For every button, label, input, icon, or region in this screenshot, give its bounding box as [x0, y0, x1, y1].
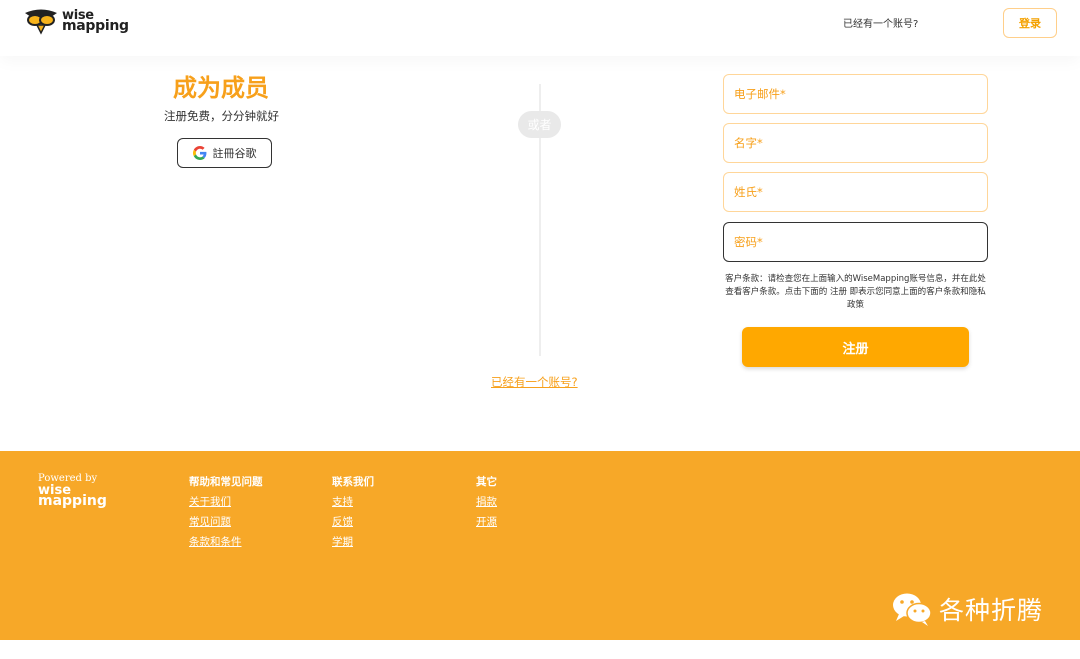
google-signup-label: 註冊谷歌	[212, 147, 257, 160]
wisemapping-logo[interactable]: wise mapping	[24, 7, 129, 35]
bottom-strip	[0, 640, 1080, 659]
password-field[interactable]	[723, 222, 988, 262]
top-header: wise mapping 已经有一个账号? 登录	[0, 0, 1080, 56]
bird-logo-icon	[25, 9, 57, 35]
first-name-field[interactable]	[723, 123, 988, 163]
wechat-watermark: 各种折腾	[891, 591, 1043, 627]
footer-column-other: 其它 捐款 开源	[476, 474, 497, 534]
logo-text-mapping: mapping	[62, 18, 129, 34]
have-account-link[interactable]: 已经有一个账号?	[491, 374, 578, 390]
page-subtitle: 注册免费，分分钟就好	[164, 109, 279, 123]
or-badge: 或者	[518, 111, 561, 138]
email-field[interactable]	[723, 74, 988, 114]
footer-link-terms[interactable]: 条款和条件	[189, 534, 263, 549]
footer-link-donate[interactable]: 捐款	[476, 494, 497, 509]
footer-logo-mapping: mapping	[38, 493, 107, 509]
wechat-icon	[893, 593, 932, 626]
footer-link-semester[interactable]: 学期	[332, 534, 374, 549]
login-button[interactable]: 登录	[1003, 8, 1057, 38]
register-button[interactable]: 注册	[742, 327, 969, 367]
footer-heading: 其它	[476, 476, 497, 488]
watermark-text: 各种折腾	[939, 596, 1044, 625]
footer-heading: 联系我们	[332, 476, 374, 488]
page-title: 成为成员	[173, 74, 269, 102]
footer: Powered by wise mapping 帮助和常见问题 关于我们 常见问…	[0, 451, 1080, 640]
google-icon	[192, 146, 206, 160]
footer-link-about[interactable]: 关于我们	[189, 494, 263, 509]
last-name-field[interactable]	[723, 172, 988, 212]
footer-link-opensource[interactable]: 开源	[476, 514, 497, 529]
footer-link-feedback[interactable]: 反馈	[332, 514, 374, 529]
footer-column-contact: 联系我们 支持 反馈 学期	[332, 474, 374, 554]
footer-logo[interactable]: wise mapping	[38, 484, 107, 509]
terms-text: 客户条款：请检查您在上面输入的WiseMapping账号信息，并在此处查看客户条…	[725, 274, 986, 310]
footer-link-support[interactable]: 支持	[332, 494, 374, 509]
footer-column-help: 帮助和常见问题 关于我们 常见问题 条款和条件	[189, 474, 263, 554]
footer-link-faq[interactable]: 常见问题	[189, 514, 263, 529]
footer-heading: 帮助和常见问题	[189, 476, 263, 488]
header-have-account-text: 已经有一个账号?	[843, 19, 919, 30]
google-signup-button[interactable]: 註冊谷歌	[177, 138, 272, 168]
